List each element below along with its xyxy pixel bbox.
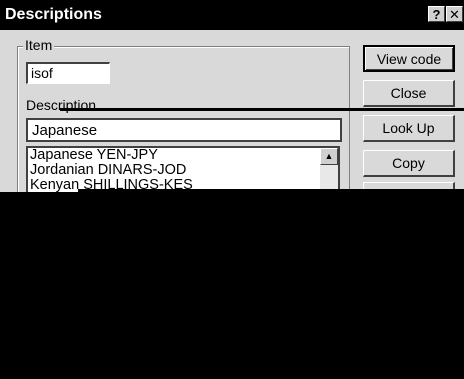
title-bar[interactable]: Descriptions ? ✕	[0, 0, 464, 30]
view-code-button[interactable]: View code	[363, 45, 455, 72]
list-item[interactable]: Japanese YEN-JPY	[28, 148, 338, 163]
copy-button[interactable]: Copy	[363, 150, 455, 177]
close-button[interactable]: Close	[363, 80, 455, 107]
close-window-button[interactable]: ✕	[446, 6, 463, 22]
item-group-caption: Item	[23, 37, 55, 53]
look-up-button[interactable]: Look Up	[363, 115, 455, 142]
item-input[interactable]: isof	[26, 62, 110, 84]
help-icon: ?	[432, 7, 441, 22]
overlay-line	[60, 108, 464, 111]
close-icon: ✕	[449, 7, 460, 22]
redaction-block	[0, 192, 464, 379]
descriptions-dialog: Descriptions ? ✕ Item isof Description J…	[0, 0, 464, 379]
description-input[interactable]: Japanese	[26, 118, 342, 142]
list-item[interactable]: Jordanian DINARS-JOD	[28, 163, 338, 178]
dialog-title: Descriptions	[5, 6, 102, 23]
help-button[interactable]: ?	[428, 6, 445, 22]
scroll-up-button[interactable]: ▲	[320, 148, 338, 165]
arrow-up-icon: ▲	[324, 151, 334, 161]
